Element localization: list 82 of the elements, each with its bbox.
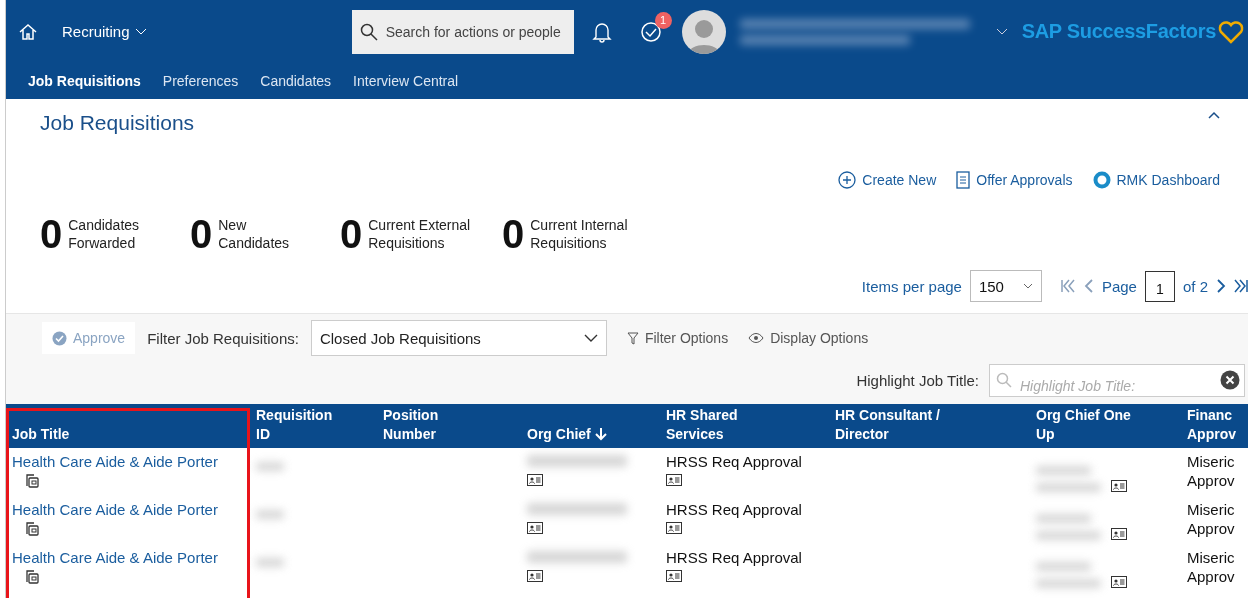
copy-icon[interactable]	[24, 521, 40, 537]
plus-circle-icon	[838, 171, 857, 189]
blurred-text	[1036, 514, 1101, 540]
table-cell-text: Miseric Approv	[1186, 452, 1236, 491]
search-field[interactable]: Search for actions or people	[351, 9, 574, 54]
blurred-text	[1036, 466, 1101, 492]
stat-label: Current External Requisitions	[368, 216, 472, 252]
check-circle-icon[interactable]	[639, 20, 662, 43]
chevron-down-icon[interactable]	[995, 27, 1008, 36]
search-icon	[359, 22, 378, 41]
highlight-label: Highlight Job Title:	[856, 371, 979, 389]
stat-value: 0	[190, 214, 213, 254]
contact-card-icon[interactable]	[1111, 576, 1127, 588]
chevron-down-icon	[134, 27, 147, 36]
nav-tab[interactable]: Candidates	[252, 69, 340, 93]
nav-tab[interactable]: Interview Central	[345, 69, 467, 93]
heart-icon	[1218, 19, 1244, 44]
check-circle-icon	[52, 330, 67, 346]
module-menu[interactable]: Recruiting	[62, 23, 147, 40]
contact-card-icon[interactable]	[527, 570, 543, 582]
copy-icon[interactable]	[24, 569, 40, 585]
next-page-icon[interactable]	[1216, 279, 1226, 293]
page-title: Job Requisitions	[40, 111, 195, 136]
blurred-text	[256, 462, 284, 471]
blurred-text	[256, 510, 284, 519]
home-icon[interactable]	[18, 21, 38, 42]
stat-label: New Candidates	[218, 216, 291, 252]
eye-icon	[748, 333, 765, 343]
page-count: of 2	[1182, 277, 1208, 295]
nav-tab[interactable]: Preferences	[154, 69, 247, 93]
contact-card-icon[interactable]	[666, 522, 682, 534]
stat-value: 0	[40, 214, 63, 254]
ring-icon	[1092, 171, 1111, 189]
items-per-page-label: Items per page	[861, 277, 962, 295]
table-cell-text: HRSS Req Approval	[666, 500, 803, 519]
blurred-text	[1036, 562, 1101, 588]
job-title-link[interactable]: Health Care Aide & Aide Porter	[12, 548, 244, 567]
search-icon	[996, 372, 1012, 388]
table-cell-text: Miseric Approv	[1186, 500, 1236, 539]
filter-dropdown[interactable]: Closed Job Requisitions	[310, 320, 607, 356]
items-per-page-select[interactable]: 150	[969, 270, 1042, 302]
blurred-text	[256, 558, 284, 567]
last-page-icon[interactable]	[1234, 279, 1248, 293]
filter-icon	[626, 331, 639, 345]
stat-value: 0	[502, 214, 525, 254]
contact-card-icon[interactable]	[1111, 480, 1127, 492]
document-icon	[956, 171, 971, 189]
notification-badge: 1	[654, 11, 672, 29]
stat-label: Candidates Forwarded	[68, 216, 141, 252]
copy-icon[interactable]	[24, 473, 40, 489]
chevron-down-icon	[1022, 283, 1033, 289]
action-link[interactable]: Offer Approvals	[956, 171, 1073, 189]
page-label: Page	[1101, 277, 1137, 295]
collapse-icon[interactable]	[1208, 111, 1220, 119]
filter-options-link[interactable]: Filter Options	[626, 330, 729, 346]
chevron-down-icon	[583, 334, 598, 342]
brand-logo-text: SAP SuccessFactors	[1021, 20, 1216, 43]
search-input[interactable]: Search for actions or people	[383, 22, 564, 41]
stat-value: 0	[340, 214, 363, 254]
contact-card-icon[interactable]	[1111, 528, 1127, 540]
action-link[interactable]: RMK Dashboard	[1092, 171, 1220, 189]
display-options-link[interactable]: Display Options	[748, 330, 869, 346]
clear-icon[interactable]	[1220, 370, 1240, 390]
contact-card-icon[interactable]	[527, 522, 543, 534]
contact-card-icon[interactable]	[527, 474, 543, 486]
highlight-field[interactable]: Highlight Job Title:	[989, 363, 1245, 397]
filter-label: Filter Job Requisitions:	[147, 329, 299, 347]
contact-card-icon[interactable]	[666, 474, 682, 486]
job-title-link[interactable]: Health Care Aide & Aide Porter	[12, 500, 244, 519]
page-number-field[interactable]: 1	[1144, 270, 1175, 302]
previous-page-icon[interactable]	[1083, 279, 1094, 293]
contact-card-icon[interactable]	[666, 570, 682, 582]
bell-icon[interactable]	[591, 20, 612, 43]
stat-label: Current Internal Requisitions	[530, 216, 629, 252]
first-page-icon[interactable]	[1059, 279, 1076, 293]
table-cell-text: HRSS Req Approval	[666, 548, 803, 567]
nav-tab[interactable]: Job Requisitions	[20, 69, 149, 93]
action-link[interactable]: Create New	[838, 171, 937, 189]
job-title-link[interactable]: Health Care Aide & Aide Porter	[12, 452, 244, 471]
table-cell-text: Miseric Approv	[1186, 548, 1236, 587]
sort-down-icon	[594, 427, 607, 441]
table-cell-text: HRSS Req Approval	[666, 452, 803, 471]
